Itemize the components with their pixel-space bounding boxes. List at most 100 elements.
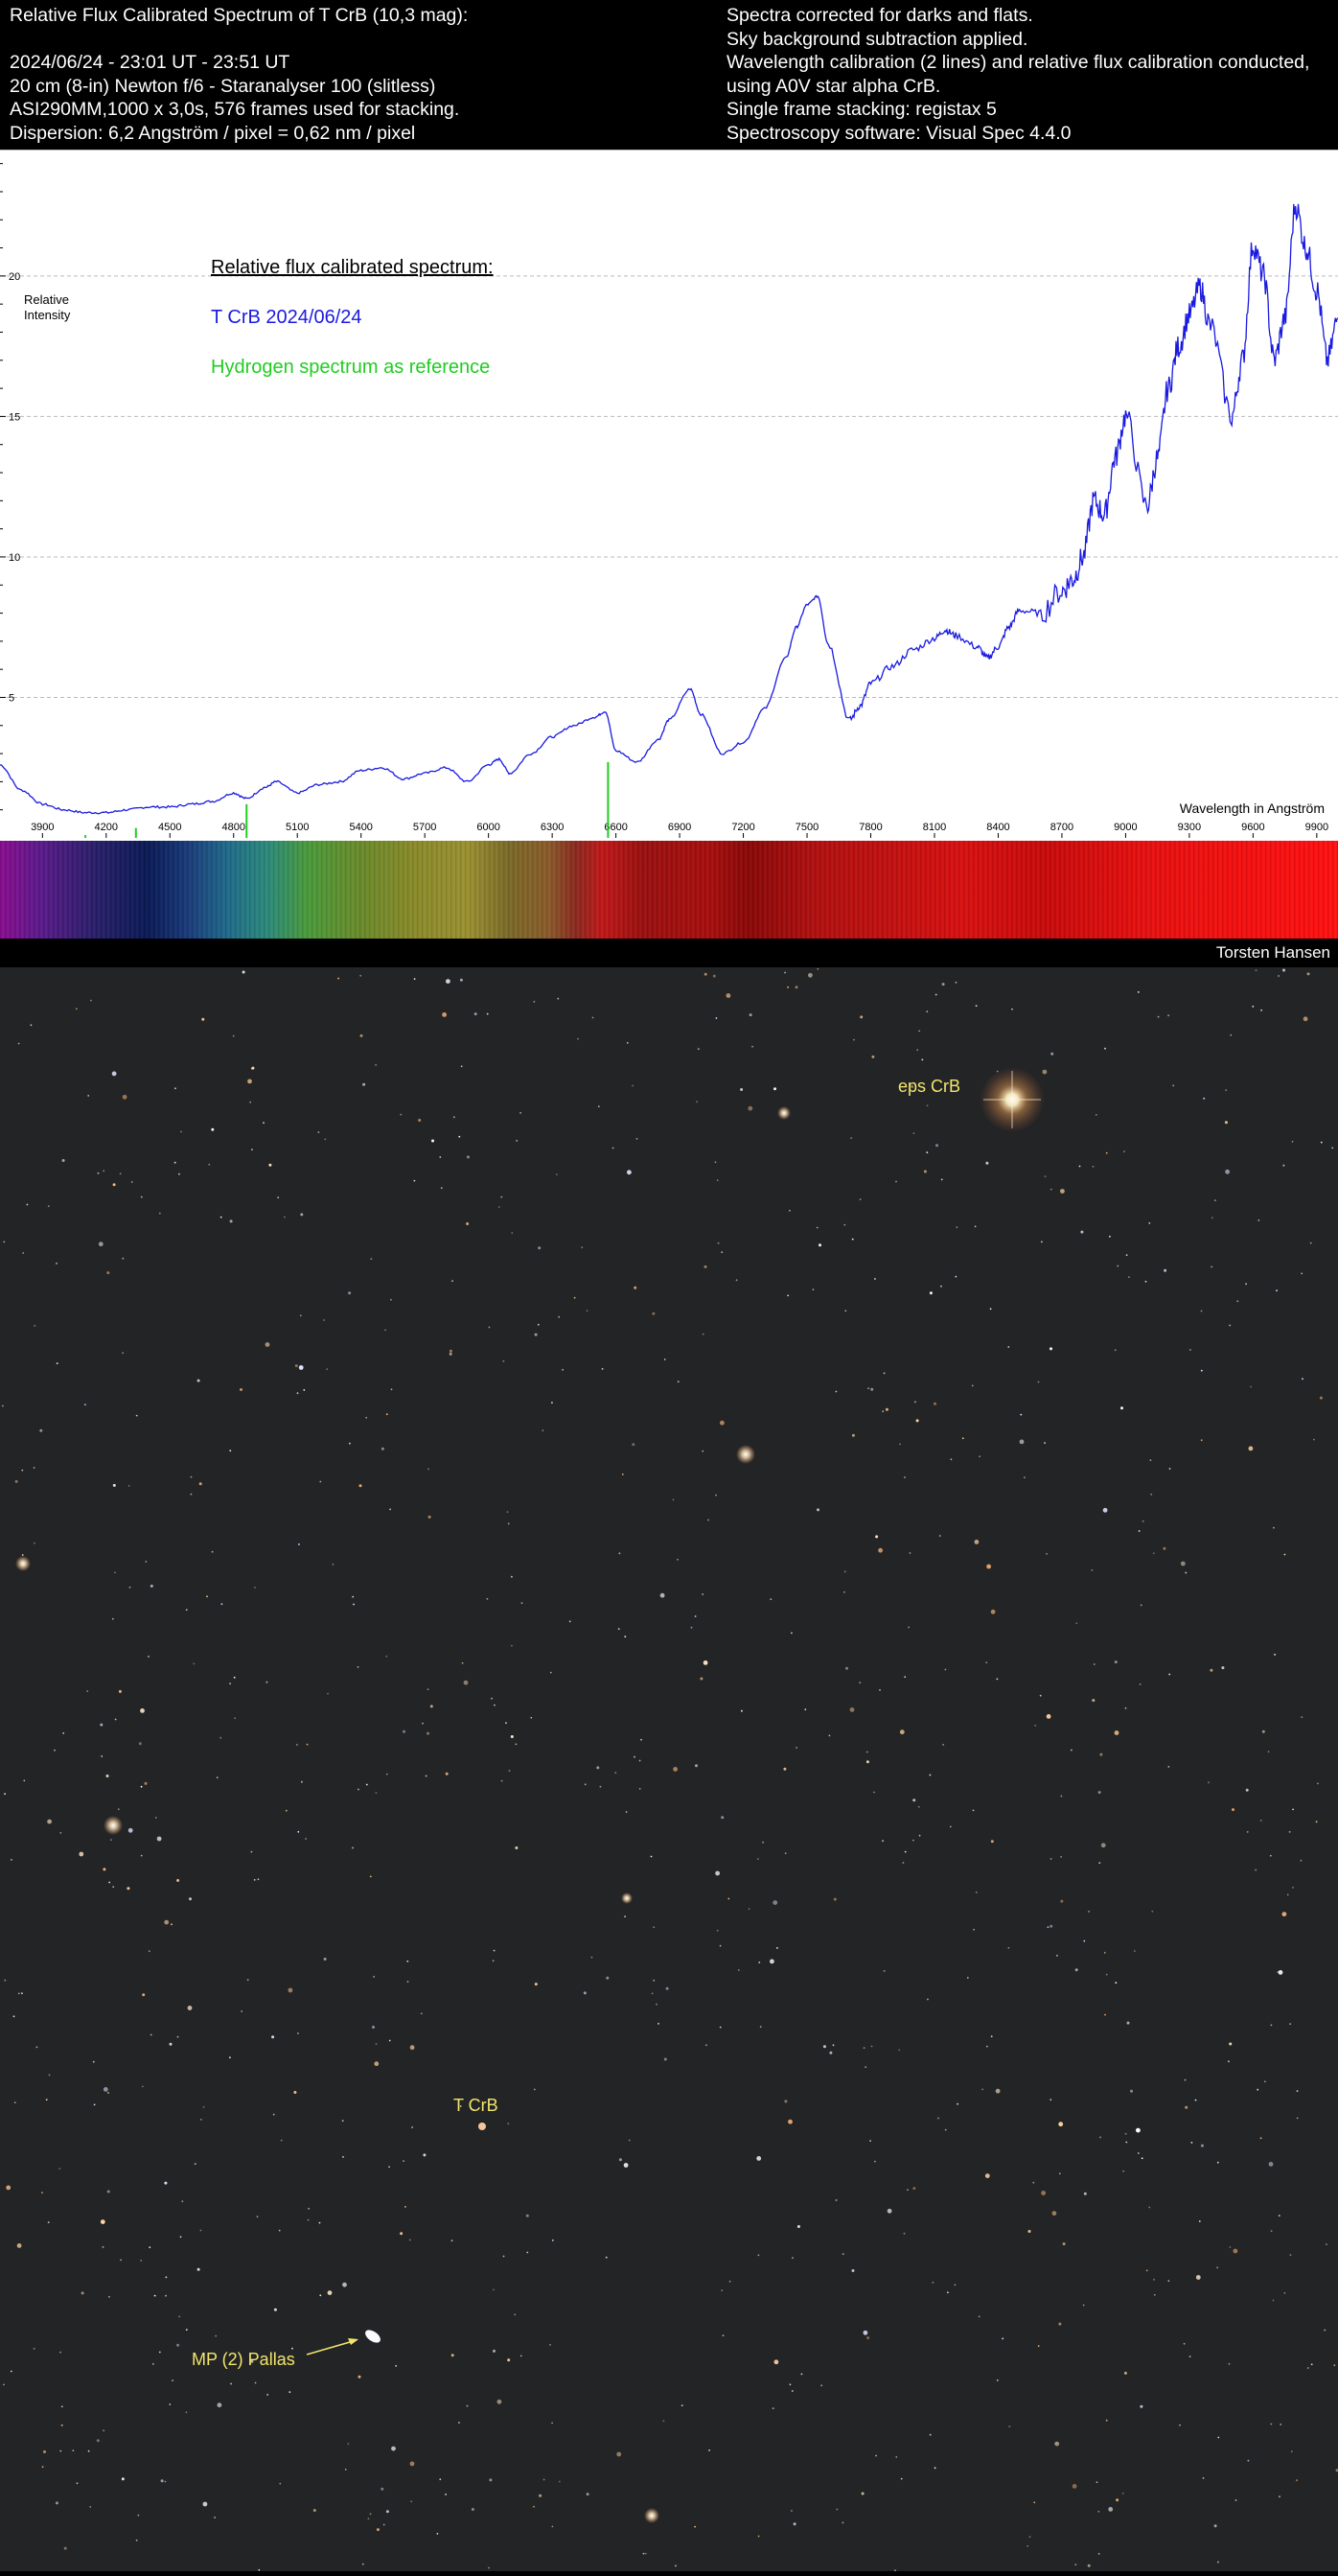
background-star xyxy=(1050,2099,1051,2100)
background-star xyxy=(845,1667,848,1670)
background-star xyxy=(122,1258,124,1260)
background-star xyxy=(178,2316,180,2318)
header-processing-6: Spectroscopy software: Visual Spec 4.4.0 xyxy=(727,122,1309,146)
background-star xyxy=(1181,1562,1186,1566)
background-star xyxy=(427,1732,429,1735)
background-star xyxy=(22,1252,24,1254)
background-star xyxy=(1008,2425,1010,2427)
background-star xyxy=(918,1806,920,1808)
background-star xyxy=(796,986,798,988)
background-star xyxy=(215,2335,217,2337)
background-star xyxy=(1146,2270,1148,2272)
background-star xyxy=(386,2510,389,2513)
background-star xyxy=(1050,1189,1052,1191)
background-star xyxy=(1138,991,1140,993)
background-star xyxy=(1260,2137,1262,2139)
background-star xyxy=(428,1516,431,1519)
background-star xyxy=(297,1831,299,1833)
background-star xyxy=(421,2012,423,2014)
background-star xyxy=(1283,1165,1285,1167)
background-star xyxy=(758,2536,760,2538)
header-dispersion: Dispersion: 6,2 Angström / pixel = 0,62 … xyxy=(10,122,468,146)
background-star xyxy=(1302,1378,1303,1380)
background-star xyxy=(1058,2323,1061,2326)
background-star xyxy=(1098,2553,1100,2555)
background-star xyxy=(494,1950,496,1952)
background-star xyxy=(258,1878,260,1880)
background-star xyxy=(1092,1699,1095,1702)
y-tick-label-20: 20 xyxy=(9,271,20,283)
background-star xyxy=(352,1847,354,1849)
background-star xyxy=(901,2478,903,2480)
background-star xyxy=(823,2045,826,2048)
background-star xyxy=(629,2140,631,2142)
background-star xyxy=(157,1837,162,1842)
background-star xyxy=(1075,1968,1078,1971)
background-star xyxy=(229,1450,231,1451)
background-star xyxy=(56,1263,58,1265)
background-star xyxy=(842,2522,844,2524)
background-star xyxy=(255,2382,257,2384)
background-star xyxy=(437,2533,439,2535)
background-star xyxy=(123,1095,127,1100)
background-star xyxy=(900,1729,905,1734)
background-star xyxy=(1313,1439,1315,1441)
background-star xyxy=(342,2120,344,2122)
background-star xyxy=(705,2044,707,2046)
background-star xyxy=(188,2006,193,2010)
background-star xyxy=(556,1173,558,1175)
background-star xyxy=(640,1739,642,1741)
background-star xyxy=(136,1415,138,1417)
background-star xyxy=(606,1977,609,1980)
background-star xyxy=(337,978,339,980)
background-star xyxy=(702,1593,704,1595)
background-star xyxy=(1290,2254,1292,2256)
background-star xyxy=(1163,1547,1165,1550)
background-star xyxy=(1172,1085,1174,1087)
background-star xyxy=(614,1772,616,1774)
background-star xyxy=(94,2104,96,2106)
background-star xyxy=(1185,2079,1187,2081)
background-star xyxy=(21,1992,23,1994)
background-star xyxy=(538,1324,540,1326)
background-star xyxy=(773,1900,777,1905)
background-stars xyxy=(2,968,1338,2571)
background-star xyxy=(200,2119,202,2121)
background-star xyxy=(1310,1242,1312,1244)
background-star xyxy=(370,1876,372,1878)
background-star xyxy=(619,1552,621,1554)
background-star xyxy=(511,1576,513,1578)
background-star xyxy=(319,2222,321,2224)
background-star xyxy=(934,1403,936,1405)
background-star xyxy=(89,2506,91,2508)
background-star xyxy=(199,1482,202,1485)
background-star xyxy=(784,972,786,974)
background-star xyxy=(819,1243,821,1246)
background-star xyxy=(303,1389,305,1391)
background-star xyxy=(1097,2511,1099,2513)
background-star xyxy=(58,2168,60,2170)
background-star xyxy=(108,2296,110,2298)
background-star xyxy=(391,1388,393,1390)
background-star xyxy=(552,2526,554,2528)
background-star xyxy=(17,2243,22,2248)
background-star xyxy=(56,2501,58,2504)
background-star xyxy=(458,1136,460,1138)
background-star xyxy=(1115,1730,1119,1735)
background-star xyxy=(41,2192,43,2193)
background-star xyxy=(308,2208,310,2210)
background-star xyxy=(1301,1860,1303,1862)
background-star xyxy=(114,1572,116,1574)
background-star xyxy=(1011,1009,1013,1010)
background-star xyxy=(975,1540,980,1544)
background-star xyxy=(84,1404,86,1405)
background-star xyxy=(973,1810,975,1812)
background-star xyxy=(979,2316,980,2318)
background-star xyxy=(569,1620,571,1622)
background-star xyxy=(1211,1217,1213,1218)
background-star xyxy=(1307,2367,1309,2369)
background-star xyxy=(787,986,789,988)
background-star xyxy=(373,1976,375,1978)
background-star xyxy=(606,2257,608,2259)
header-left-column: Relative Flux Calibrated Spectrum of T C… xyxy=(10,4,468,145)
